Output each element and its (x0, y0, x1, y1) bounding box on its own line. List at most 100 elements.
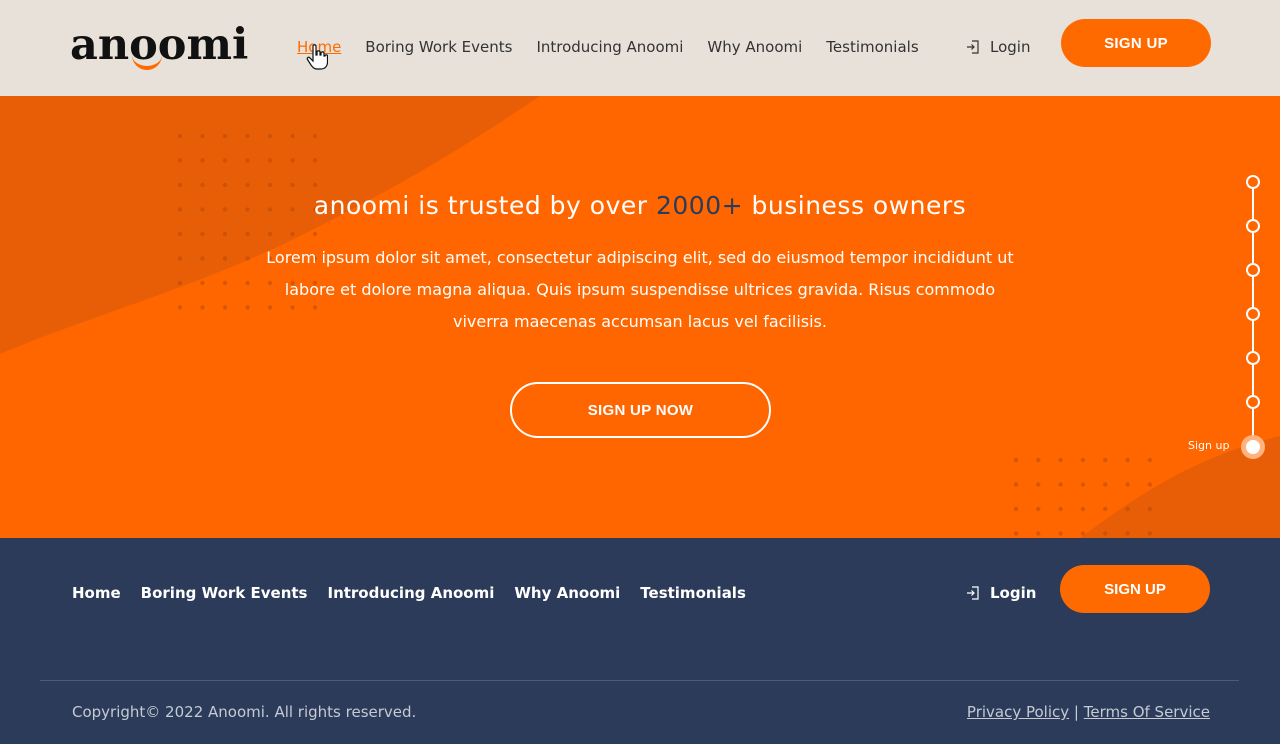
decor-dot (222, 231, 228, 237)
legal-links: Privacy Policy | Terms Of Service (967, 702, 1210, 722)
decor-dot (200, 158, 205, 163)
hero-section: anoomi is trusted by over 2000+ business… (0, 96, 1280, 538)
decor-dot (1080, 457, 1086, 463)
decor-dot (312, 158, 318, 163)
decor-dot (290, 231, 295, 237)
decor-dot (312, 133, 318, 139)
decor-dot (222, 182, 228, 188)
decor-dot (312, 182, 318, 188)
decor-dot (1080, 482, 1086, 487)
login-icon (967, 586, 979, 600)
footer-nav-introducing-anoomi[interactable]: Introducing Anoomi (327, 583, 494, 603)
nav-boring-work-events[interactable]: Boring Work Events (365, 37, 512, 57)
login-label: Login (990, 38, 1031, 56)
footer-signup-button[interactable]: SIGN UP (1060, 565, 1210, 613)
main-nav: Home Boring Work Events Introducing Anoo… (297, 37, 943, 57)
decor-dot (1103, 457, 1108, 463)
nav-introducing-anoomi[interactable]: Introducing Anoomi (536, 37, 683, 57)
decor-dot (1058, 506, 1063, 512)
decor-dot (245, 158, 250, 163)
decor-dot (222, 256, 228, 261)
decor-dot (1036, 531, 1041, 536)
decor-dot (267, 133, 273, 139)
decor-dot (200, 305, 205, 310)
signup-now-button[interactable]: SIGN UP NOW (510, 382, 771, 438)
hero-description: Lorem ipsum dolor sit amet, consectetur … (266, 248, 1014, 331)
hero-title: anoomi is trusted by over 2000+ business… (0, 191, 1280, 220)
decor-dot (1147, 506, 1153, 512)
decor-dot (1147, 482, 1153, 487)
terms-of-service-link[interactable]: Terms Of Service (1084, 703, 1210, 721)
hand-cursor-icon (306, 44, 328, 70)
decor-dot (267, 158, 273, 163)
hero-title-post: business owners (743, 191, 967, 220)
decor-dot (267, 231, 273, 237)
footer-login-link[interactable]: Login (966, 583, 1036, 603)
logo[interactable]: anoomi (70, 18, 248, 72)
decor-dot (245, 256, 250, 261)
decor-dot (177, 182, 183, 188)
stepper-dot-5[interactable] (1246, 351, 1260, 365)
decor-dot (1103, 531, 1108, 536)
decor-dot (267, 182, 273, 188)
decor-dot (1058, 482, 1063, 487)
decor-dot (200, 280, 205, 286)
decor-dot (245, 280, 250, 286)
footer-nav-home[interactable]: Home (72, 583, 121, 603)
stepper-dot-3[interactable] (1246, 263, 1260, 277)
decor-dot (1147, 457, 1153, 463)
decor-dot (222, 158, 228, 163)
decor-dot (1147, 531, 1153, 536)
decor-dot (177, 305, 183, 310)
stepper-dot-signup[interactable] (1241, 435, 1265, 459)
decor-dot (200, 231, 205, 237)
nav-why-anoomi[interactable]: Why Anoomi (707, 37, 802, 57)
decor-dot (1125, 531, 1130, 536)
decor-dot (177, 280, 183, 286)
decor-dot (200, 182, 205, 188)
copyright-text: Copyright© 2022 Anoomi. All rights reser… (72, 703, 417, 721)
decor-dot (1125, 457, 1130, 463)
stepper-dot-6[interactable] (1246, 395, 1260, 409)
decor-dot (222, 280, 228, 286)
decor-dot (245, 182, 250, 188)
decor-dot (177, 256, 183, 261)
site-header: anoomi Home Boring Work Events Introduci… (0, 0, 1280, 96)
login-link[interactable]: Login (966, 37, 1030, 57)
decor-dot (222, 305, 228, 310)
decor-dot (1036, 482, 1041, 487)
decor-dot (1036, 506, 1041, 512)
decor-dot (245, 133, 250, 139)
stepper-dot-1[interactable] (1246, 175, 1260, 189)
signup-button[interactable]: SIGN UP (1061, 19, 1211, 67)
decor-dot (1036, 457, 1041, 463)
footer-divider (40, 680, 1239, 681)
decor-dot (1080, 506, 1086, 512)
decor-dot (290, 133, 295, 139)
stepper-dot-2[interactable] (1246, 219, 1260, 233)
decor-dot (1080, 531, 1086, 536)
footer-nav: Home Boring Work Events Introducing Anoo… (72, 583, 766, 603)
hero-title-highlight: 2000+ (655, 191, 744, 220)
decor-dot (290, 158, 295, 163)
stepper-label: Sign up (1188, 439, 1230, 452)
decor-dot (312, 231, 318, 237)
decor-dot (1103, 506, 1108, 512)
privacy-policy-link[interactable]: Privacy Policy (967, 703, 1069, 721)
nav-testimonials[interactable]: Testimonials (826, 37, 918, 57)
decor-dot (177, 158, 183, 163)
footer-login-label: Login (990, 584, 1037, 602)
decor-dot (245, 231, 250, 237)
decor-dot (1013, 531, 1019, 536)
decor-dot (290, 182, 295, 188)
footer-nav-boring-work-events[interactable]: Boring Work Events (141, 583, 308, 603)
hero-title-pre: anoomi is trusted by over (313, 191, 656, 220)
decor-dot (1125, 506, 1130, 512)
decor-dot (1058, 457, 1063, 463)
stepper-dot-4[interactable] (1246, 307, 1260, 321)
decor-dot (1103, 482, 1108, 487)
decor-dot (245, 305, 250, 310)
decor-dot (222, 133, 228, 139)
footer-nav-testimonials[interactable]: Testimonials (640, 583, 746, 603)
footer-nav-why-anoomi[interactable]: Why Anoomi (514, 583, 620, 603)
